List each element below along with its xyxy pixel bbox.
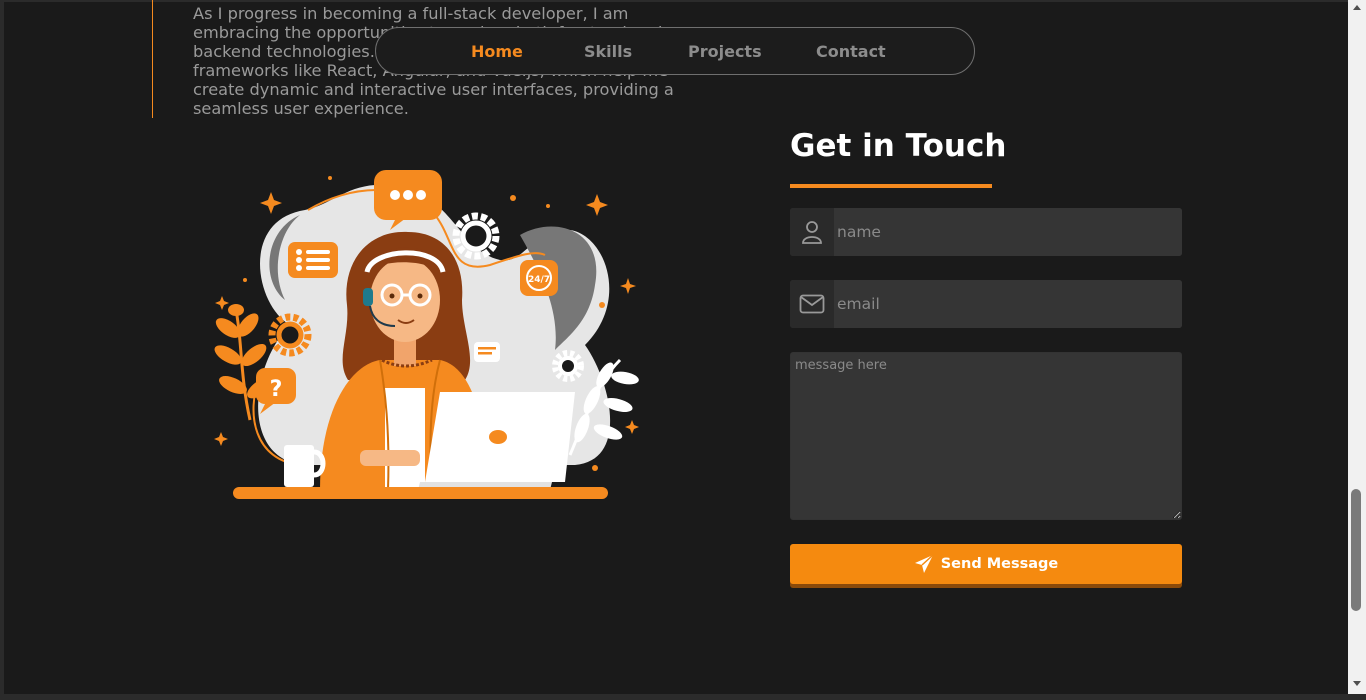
- window-top-border: [0, 0, 1366, 2]
- support-illustration: 24/7 ?: [214, 170, 639, 499]
- name-input[interactable]: [834, 208, 1182, 256]
- scroll-down-arrow-icon[interactable]: [1353, 681, 1361, 686]
- scroll-up-arrow-icon[interactable]: [1353, 5, 1361, 10]
- message-textarea[interactable]: [790, 352, 1182, 520]
- laptop-icon: [418, 392, 575, 490]
- send-button-label: Send Message: [940, 556, 1059, 572]
- send-message-button[interactable]: Send Message: [790, 544, 1182, 584]
- nav-link-projects[interactable]: Projects: [688, 42, 762, 61]
- navbar: Home Skills Projects Contact: [375, 27, 975, 75]
- gear-icon: [452, 212, 500, 260]
- user-icon: [790, 208, 834, 256]
- scrollbar-thumb[interactable]: [1351, 489, 1361, 611]
- badge-text: 24/7: [528, 275, 550, 285]
- mail-icon: [790, 280, 834, 328]
- window-left-border: [0, 0, 4, 700]
- paper-plane-icon: [914, 554, 934, 573]
- window-bottom-border: [0, 694, 1366, 700]
- support-24-7-badge: 24/7: [520, 260, 558, 296]
- question-mark: ?: [270, 377, 283, 402]
- about-line: seamless user experience.: [193, 99, 409, 118]
- gear-icon: [552, 350, 584, 382]
- email-input[interactable]: [834, 280, 1182, 328]
- email-field: [790, 280, 1182, 328]
- about-line: As I progress in becoming a full-stack d…: [193, 4, 629, 23]
- nav-link-home[interactable]: Home: [471, 42, 523, 61]
- about-line: create dynamic and interactive user inte…: [193, 80, 674, 99]
- nav-link-skills[interactable]: Skills: [584, 42, 632, 61]
- nav-link-contact[interactable]: Contact: [816, 42, 886, 61]
- desk-surface: [233, 487, 608, 499]
- list-card-icon: [288, 242, 338, 278]
- about-accent-line: [152, 0, 153, 118]
- contact-title: Get in Touch: [790, 128, 1007, 164]
- name-field: [790, 208, 1182, 256]
- message-note-icon: [474, 342, 500, 362]
- mug-icon: [284, 445, 326, 487]
- title-underline: [790, 184, 992, 188]
